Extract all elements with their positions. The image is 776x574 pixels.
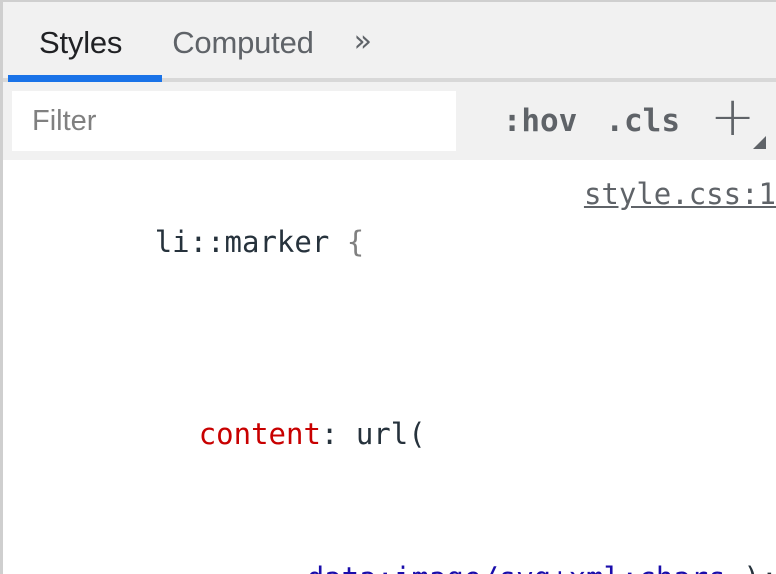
styles-toolbar: :hov .cls +: [3, 82, 776, 160]
css-rules-list: li::marker { style.css:1 content: url( d…: [3, 160, 776, 574]
new-style-rule-button[interactable]: +: [710, 93, 762, 149]
tab-active-indicator: [8, 75, 162, 82]
rule-origin-link[interactable]: style.css:1: [584, 170, 776, 218]
tab-styles[interactable]: Styles: [15, 27, 148, 58]
css-rule-block: li::marker { style.css:1 content: url( d…: [3, 160, 776, 574]
rule-selector[interactable]: li::marker: [155, 225, 330, 259]
rule-selector-line: li::marker { style.css:1: [3, 170, 776, 362]
declaration-colon: :: [321, 417, 338, 451]
declaration-value-prefix: url(: [338, 417, 425, 451]
toolbar-actions: :hov .cls +: [475, 93, 766, 149]
declaration-value-link[interactable]: data:image/svg+xml;chars…: [307, 561, 744, 574]
declaration-value-suffix: );: [743, 561, 776, 574]
more-tabs-chevron-icon[interactable]: »: [346, 27, 380, 57]
toggle-element-state-button[interactable]: :hov: [503, 106, 578, 137]
declaration-line: content: url(: [3, 362, 776, 506]
styles-panel: Styles Computed » :hov .cls + li::marker…: [0, 0, 776, 574]
declaration-value-line: data:image/svg+xml;chars…);: [3, 506, 776, 574]
plus-icon: +: [710, 89, 755, 145]
rule-open-brace: {: [347, 225, 364, 259]
new-style-rule-dropdown-caret-icon[interactable]: [753, 136, 766, 149]
panel-tab-strip: Styles Computed »: [3, 2, 776, 82]
filter-input[interactable]: [12, 91, 456, 151]
element-classes-button[interactable]: .cls: [605, 106, 680, 137]
tab-computed[interactable]: Computed: [148, 27, 339, 58]
declaration-property[interactable]: content: [199, 417, 321, 451]
